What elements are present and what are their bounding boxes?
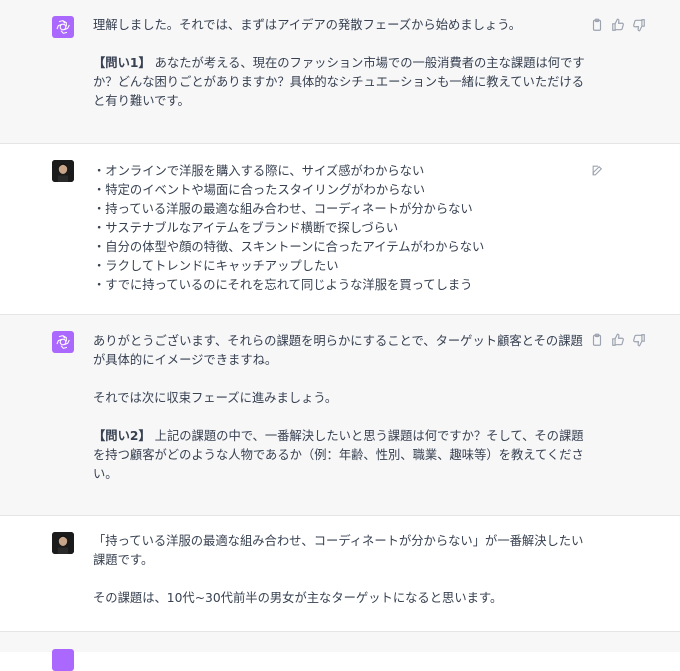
thumbs-up-icon[interactable] bbox=[611, 333, 625, 347]
openai-logo-icon bbox=[56, 335, 70, 349]
list-item: ・すでに持っているのにそれを忘れて同じような洋服を買ってしまう bbox=[93, 278, 473, 292]
message-paragraph: 理解しました。それでは、まずはアイデアの発散フェーズから始めましょう。 bbox=[93, 18, 522, 32]
message-paragraph: 「持っている洋服の最適な組み合わせ、コーディネートが分からない」が一番解決したい… bbox=[93, 534, 584, 567]
question-text: 上記の課題の中で、一番解決したいと思う課題は何ですか？そして、その課題を持つ顧客… bbox=[93, 429, 584, 481]
clipboard-icon[interactable] bbox=[590, 333, 604, 347]
edit-icon[interactable] bbox=[591, 164, 604, 177]
question-label: 【問い1】 bbox=[93, 56, 151, 70]
list-item: ・特定のイベントや場面に合ったスタイリングがわからない bbox=[93, 183, 426, 197]
user-avatar-icon bbox=[52, 160, 74, 182]
user-message-text: ・オンラインで洋服を購入する際に、サイズ感がわからない ・特定のイベントや場面に… bbox=[93, 162, 585, 295]
list-item: ・サステナブルなアイテムをブランド横断で探しづらい bbox=[93, 221, 399, 235]
message-actions bbox=[590, 18, 646, 32]
assistant-message-2: ありがとうございます、それらの課題を明らかにすることで、ターゲット顧客とその課題… bbox=[0, 315, 680, 516]
assistant-avatar bbox=[52, 16, 74, 38]
message-paragraph: それでは次に収束フェーズに進みましょう。 bbox=[93, 391, 338, 405]
assistant-message-1: 理解しました。それでは、まずはアイデアの発散フェーズから始めましょう。 【問い1… bbox=[0, 0, 680, 144]
avatar bbox=[52, 160, 74, 182]
thumbs-down-icon[interactable] bbox=[632, 18, 646, 32]
assistant-message-text: 理解しました。それでは、まずはアイデアの発散フェーズから始めましょう。 【問い1… bbox=[93, 16, 585, 111]
user-message-2: 「持っている洋服の最適な組み合わせ、コーディネートが分からない」が一番解決したい… bbox=[0, 516, 680, 632]
user-message-1: ・オンラインで洋服を購入する際に、サイズ感がわからない ・特定のイベントや場面に… bbox=[0, 144, 680, 315]
issue-list: ・オンラインで洋服を購入する際に、サイズ感がわからない ・特定のイベントや場面に… bbox=[93, 162, 585, 295]
message-actions bbox=[590, 333, 646, 347]
list-item: ・自分の体型や顔の特徴、スキントーンに合ったアイテムがわからない bbox=[93, 240, 485, 254]
openai-logo-icon bbox=[56, 20, 70, 34]
user-avatar-icon bbox=[52, 532, 74, 554]
thumbs-down-icon[interactable] bbox=[632, 333, 646, 347]
question-text: あなたが考える、現在のファッション市場での一般消費者の主な課題は何ですか？どんな… bbox=[93, 56, 585, 108]
assistant-avatar bbox=[52, 649, 74, 671]
assistant-message-text: ありがとうございます、それらの課題を明らかにすることで、ターゲット顧客とその課題… bbox=[93, 332, 585, 484]
message-paragraph: その課題は、10代~30代前半の男女が主なターゲットになると思います。 bbox=[93, 591, 503, 605]
question-paragraph: 【問い1】 あなたが考える、現在のファッション市場での一般消費者の主な課題は何で… bbox=[93, 54, 585, 111]
list-item: ・持っている洋服の最適な組み合わせ、コーディネートが分からない bbox=[93, 202, 473, 216]
assistant-message-3 bbox=[0, 632, 680, 671]
question-label: 【問い2】 bbox=[93, 429, 151, 443]
user-message-text: 「持っている洋服の最適な組み合わせ、コーディネートが分からない」が一番解決したい… bbox=[93, 532, 585, 608]
list-item: ・ラクしてトレンドにキャッチアップしたい bbox=[93, 259, 339, 273]
clipboard-icon[interactable] bbox=[590, 18, 604, 32]
message-paragraph: ありがとうございます、それらの課題を明らかにすることで、ターゲット顧客とその課題… bbox=[93, 334, 583, 367]
avatar bbox=[52, 532, 74, 554]
assistant-avatar bbox=[52, 331, 74, 353]
thumbs-up-icon[interactable] bbox=[611, 18, 625, 32]
question-paragraph: 【問い2】 上記の課題の中で、一番解決したいと思う課題は何ですか？そして、その課… bbox=[93, 427, 585, 484]
list-item: ・オンラインで洋服を購入する際に、サイズ感がわからない bbox=[93, 164, 425, 178]
